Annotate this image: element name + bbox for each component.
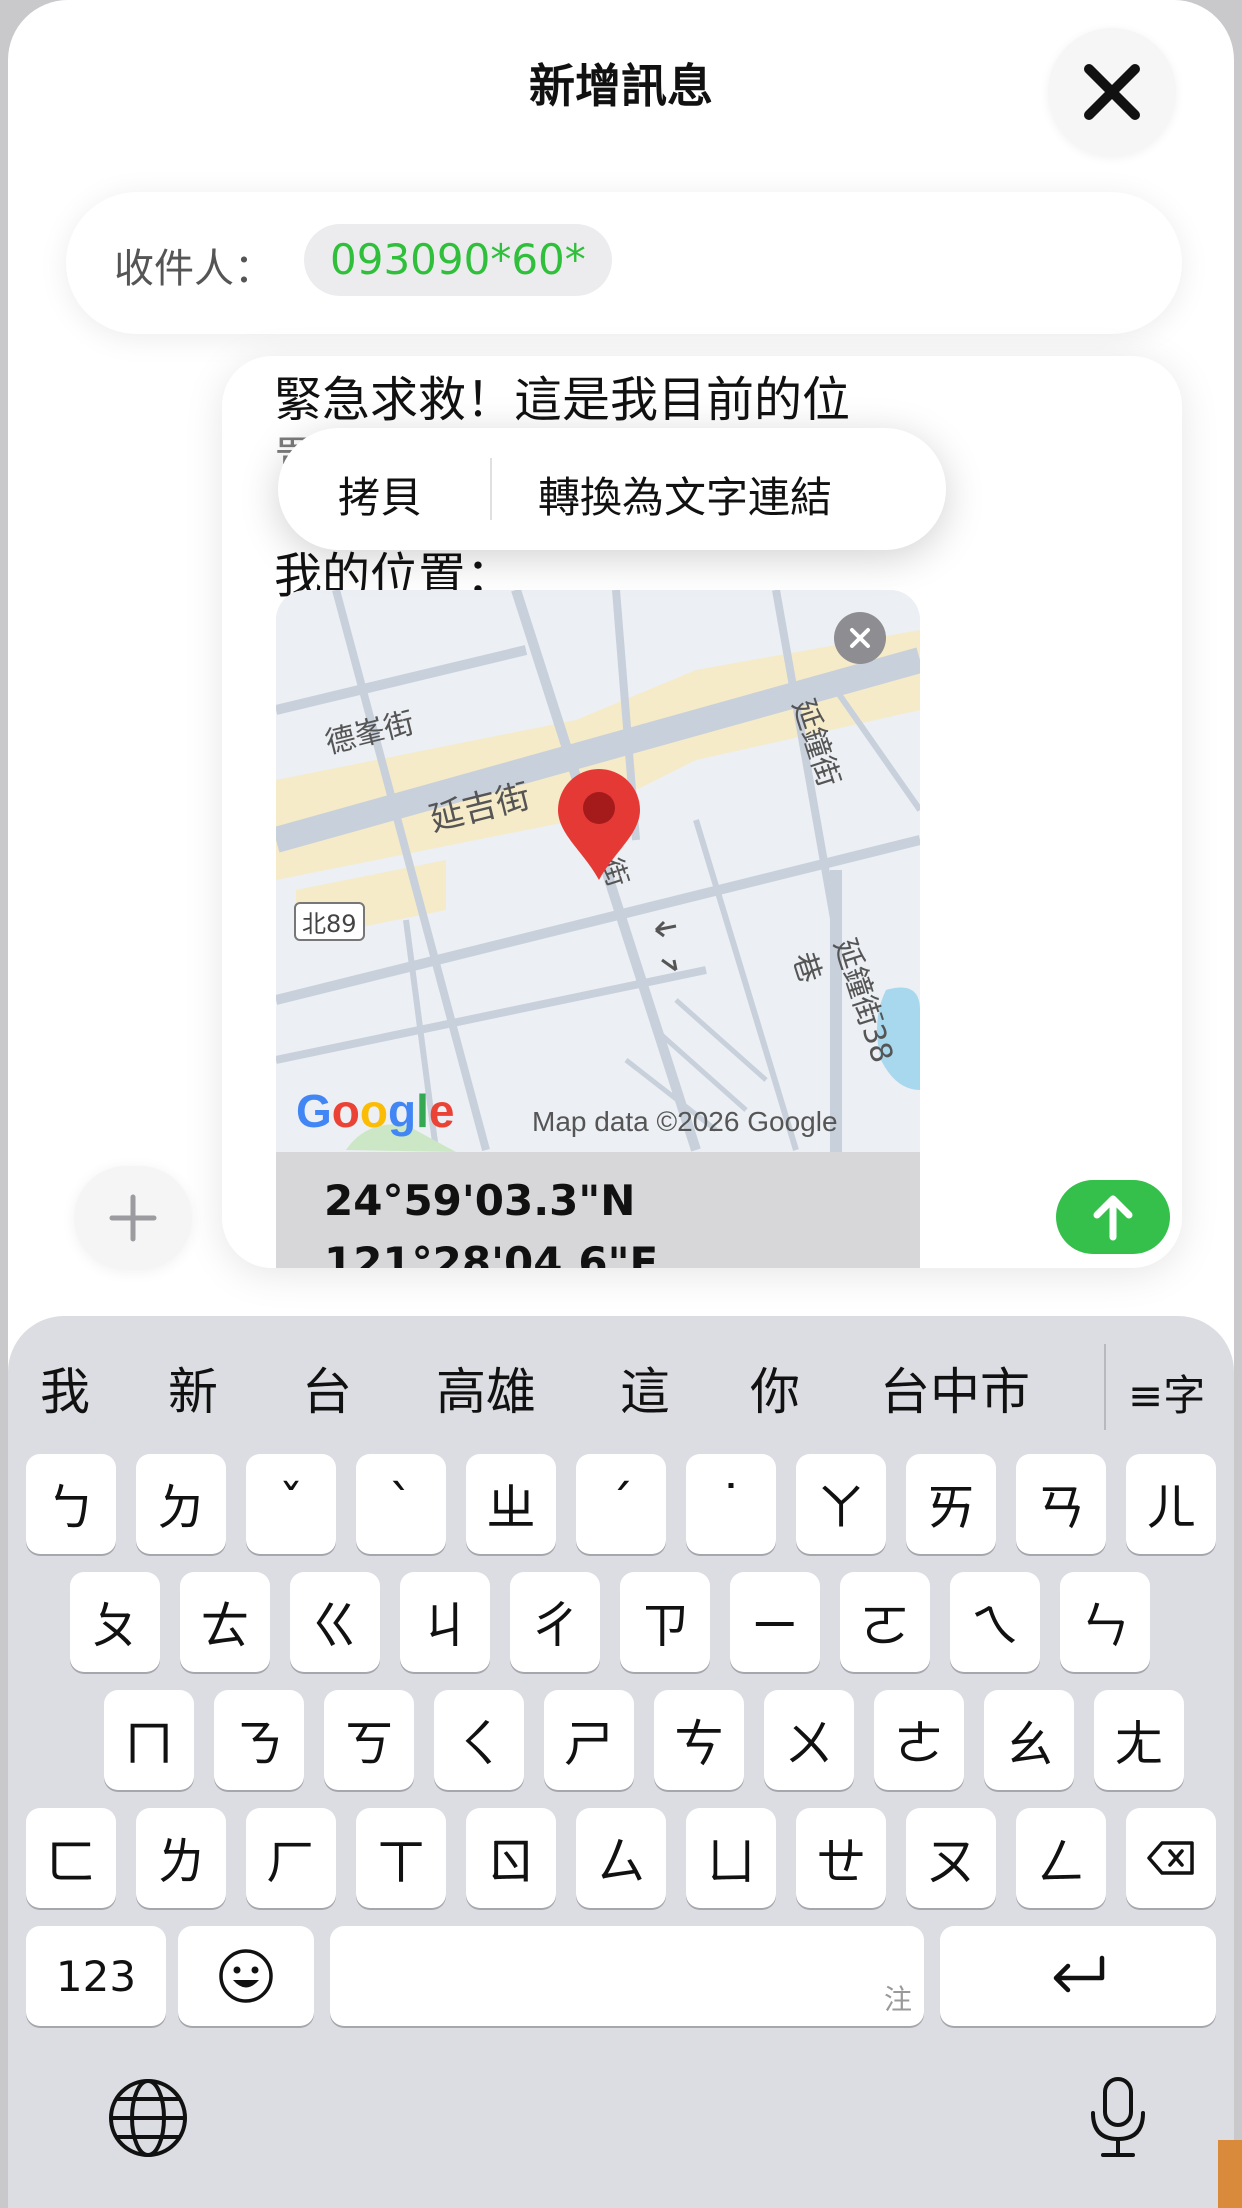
key[interactable]: ㄆ [70, 1572, 160, 1672]
candidate-word[interactable]: 高雄 [436, 1352, 536, 1424]
key[interactable]: ㄖ [466, 1808, 556, 1908]
backspace-icon [1147, 1841, 1194, 1875]
coordinates-latitude: 24°59'03.3"N [324, 1176, 636, 1225]
key[interactable]: ㄚ [796, 1454, 886, 1554]
key[interactable]: ㄔ [510, 1572, 600, 1672]
key[interactable]: ˇ [246, 1454, 336, 1554]
candidate-word[interactable]: 台 [302, 1352, 352, 1424]
key[interactable]: ㄥ [1016, 1808, 1106, 1908]
key[interactable]: ㄗ [620, 1572, 710, 1672]
key[interactable]: ㄡ [906, 1808, 996, 1908]
key[interactable]: ㄓ [466, 1454, 556, 1554]
key[interactable]: ㄙ [576, 1808, 666, 1908]
key[interactable]: ㄛ [840, 1572, 930, 1672]
key[interactable]: ㄇ [104, 1690, 194, 1790]
key[interactable]: ㄨ [764, 1690, 854, 1790]
key[interactable]: ㄒ [356, 1808, 446, 1908]
close-icon [1084, 64, 1140, 120]
candidate-word[interactable]: 台中市 [880, 1352, 1030, 1424]
google-logo: Google [296, 1085, 455, 1137]
return-icon [1053, 1955, 1105, 1993]
key[interactable]: ㄌ [136, 1808, 226, 1908]
edge-decoration [1218, 2140, 1242, 2208]
recipient-field[interactable]: 收件人： 093090*60* [66, 192, 1182, 334]
key[interactable]: ㄏ [246, 1808, 336, 1908]
microphone-button[interactable] [1068, 2068, 1168, 2168]
copy-menu-item[interactable]: 拷貝 [338, 464, 422, 525]
compose-sheet: 新增訊息 收件人： 093090*60* 緊急求救！這是我目前的位 置，請幫忙！… [8, 0, 1234, 2208]
microphone-icon [1091, 2077, 1145, 2157]
key[interactable]: ㄑ [434, 1690, 524, 1790]
location-pin-icon [558, 769, 640, 880]
key[interactable]: ㄤ [1094, 1690, 1184, 1790]
recipient-label: 收件人： [114, 246, 274, 292]
emoji-key[interactable] [178, 1926, 314, 2026]
candidate-word[interactable]: 新 [168, 1352, 218, 1424]
key[interactable]: ㄎ [324, 1690, 414, 1790]
key[interactable]: ㄝ [796, 1808, 886, 1908]
convert-to-text-link-menu-item[interactable]: 轉換為文字連結 [538, 464, 832, 525]
return-key[interactable] [940, 1926, 1216, 2026]
key[interactable]: ˋ [356, 1454, 446, 1554]
key[interactable]: ㄘ [654, 1690, 744, 1790]
key[interactable]: ㄕ [544, 1690, 634, 1790]
key[interactable]: ㄧ [730, 1572, 820, 1672]
key[interactable]: ㄣ [1060, 1572, 1150, 1672]
close-button[interactable] [1048, 28, 1176, 156]
remove-map-button[interactable] [834, 612, 886, 664]
keyboard: 我 新 台 高雄 這 你 台中市 ≡字 ㄅ ㄉ ˇ ˋ ㄓ ˊ ˙ ㄚ ㄞ ㄢ … [8, 1316, 1234, 2208]
candidate-word[interactable]: 這 [620, 1352, 670, 1424]
key[interactable]: ㄐ [400, 1572, 490, 1672]
globe-icon [109, 2079, 187, 2157]
coordinates-box: 24°59'03.3"N 121°28'04.6"E [276, 1152, 920, 1268]
space-hint: 注 [883, 1983, 912, 2016]
key[interactable]: ㄟ [950, 1572, 1040, 1672]
candidate-divider [1104, 1344, 1106, 1430]
key[interactable]: ㄩ [686, 1808, 776, 1908]
key[interactable]: ˊ [576, 1454, 666, 1554]
context-menu-divider [490, 458, 492, 520]
key[interactable]: ㄞ [906, 1454, 996, 1554]
recipient-chip[interactable]: 093090*60* [304, 224, 612, 296]
delete-key[interactable] [1126, 1808, 1216, 1908]
arrow-up-icon [1093, 1195, 1133, 1241]
key[interactable]: ㄜ [874, 1690, 964, 1790]
key[interactable]: ㄍ [290, 1572, 380, 1672]
close-icon [850, 628, 870, 648]
space-key[interactable]: 注 [330, 1926, 924, 2026]
coordinates-longitude: 121°28'04.6"E [324, 1238, 659, 1268]
key[interactable]: ㄈ [26, 1808, 116, 1908]
key[interactable]: ㄉ [136, 1454, 226, 1554]
context-menu: 拷貝 轉換為文字連結 [278, 428, 946, 550]
send-button[interactable] [1056, 1180, 1170, 1254]
map-attribution: Map data ©2026 Google [532, 1106, 838, 1137]
key[interactable]: ㄠ [984, 1690, 1074, 1790]
candidate-word[interactable]: 我 [40, 1352, 90, 1424]
key[interactable]: ㄢ [1016, 1454, 1106, 1554]
location-map[interactable]: 德峯街 延吉街 延鐘街 延鐘街38巷 街 北89 Google Map data… [276, 590, 920, 1152]
candidate-expand-button[interactable]: ≡字 [1128, 1362, 1205, 1423]
key[interactable]: ㄅ [26, 1454, 116, 1554]
key[interactable]: ㄋ [214, 1690, 304, 1790]
emoji-icon [219, 1949, 273, 2003]
key[interactable]: ㄊ [180, 1572, 270, 1672]
candidate-word[interactable]: 你 [750, 1352, 800, 1424]
map-route-badge: 北89 [294, 902, 365, 941]
key[interactable]: ˙ [686, 1454, 776, 1554]
globe-button[interactable] [98, 2068, 198, 2168]
add-attachment-button[interactable] [74, 1166, 192, 1270]
key[interactable]: ㄦ [1126, 1454, 1216, 1554]
numbers-key[interactable]: 123 [26, 1926, 166, 2026]
plus-icon [109, 1194, 157, 1242]
